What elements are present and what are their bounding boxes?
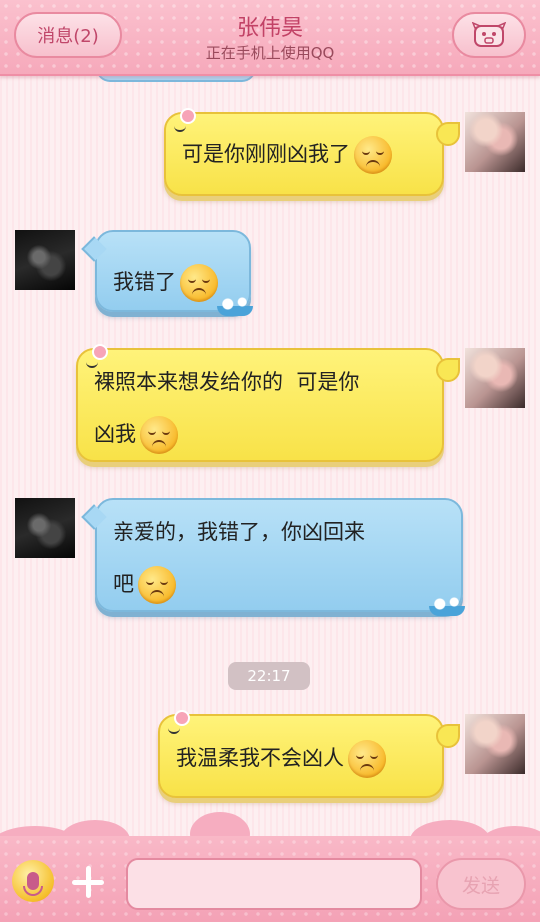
sad-face-icon <box>140 416 178 454</box>
message-bubble-sent[interactable]: 裸照本来想发给你的 可是你 凶我 <box>76 344 460 462</box>
contact-avatar[interactable] <box>15 498 75 558</box>
message-bubble-sent[interactable]: 可是你刚刚凶我了 <box>164 108 460 196</box>
message-text: 我错了 <box>113 270 176 294</box>
flower-decoration-icon <box>180 108 196 124</box>
message-bubble-received[interactable]: 亲爱的，我错了，你凶回来 吧 <box>81 498 465 616</box>
message-bubble-sent[interactable]: 我温柔我不会凶人 <box>158 710 460 798</box>
message-text-line: 亲爱的，我错了，你凶回来 <box>113 520 365 544</box>
message-text-line: 凶我 <box>94 422 136 446</box>
flower-decoration-icon <box>92 344 108 360</box>
message-text-line: 裸照本来想发给你的 可是你 <box>94 370 360 394</box>
chat-header: 消息(2) 张伟昊 正在手机上使用QQ <box>0 0 540 76</box>
bubble-tail-icon <box>436 122 460 146</box>
bubble-tail-icon <box>436 358 460 382</box>
message-text: 可是你刚刚凶我了 <box>182 142 350 166</box>
my-avatar[interactable] <box>465 348 525 408</box>
my-avatar[interactable] <box>465 714 525 774</box>
microphone-icon <box>23 872 43 896</box>
plus-icon[interactable] <box>68 862 108 902</box>
timestamp-badge: 22:17 <box>228 662 310 690</box>
message-text: 我温柔我不会凶人 <box>176 746 344 770</box>
profile-button[interactable] <box>452 12 526 58</box>
wave-decoration-icon <box>217 296 253 316</box>
contact-avatar[interactable] <box>15 230 75 290</box>
send-button[interactable]: 发送 <box>436 858 526 910</box>
message-input[interactable] <box>126 858 422 910</box>
sad-face-icon <box>348 740 386 778</box>
bubble-tail-icon <box>436 724 460 748</box>
sad-face-icon <box>354 136 392 174</box>
my-avatar[interactable] <box>465 112 525 172</box>
voice-button[interactable] <box>12 860 54 902</box>
embarrassed-face-icon <box>180 264 218 302</box>
wave-decoration-icon <box>429 596 465 616</box>
message-text-line: 吧 <box>113 572 134 596</box>
pig-face-icon <box>472 22 506 47</box>
message-bubble-received[interactable]: 我错了 <box>81 230 253 316</box>
flower-decoration-icon <box>174 710 190 726</box>
sad-face-icon <box>138 566 176 604</box>
